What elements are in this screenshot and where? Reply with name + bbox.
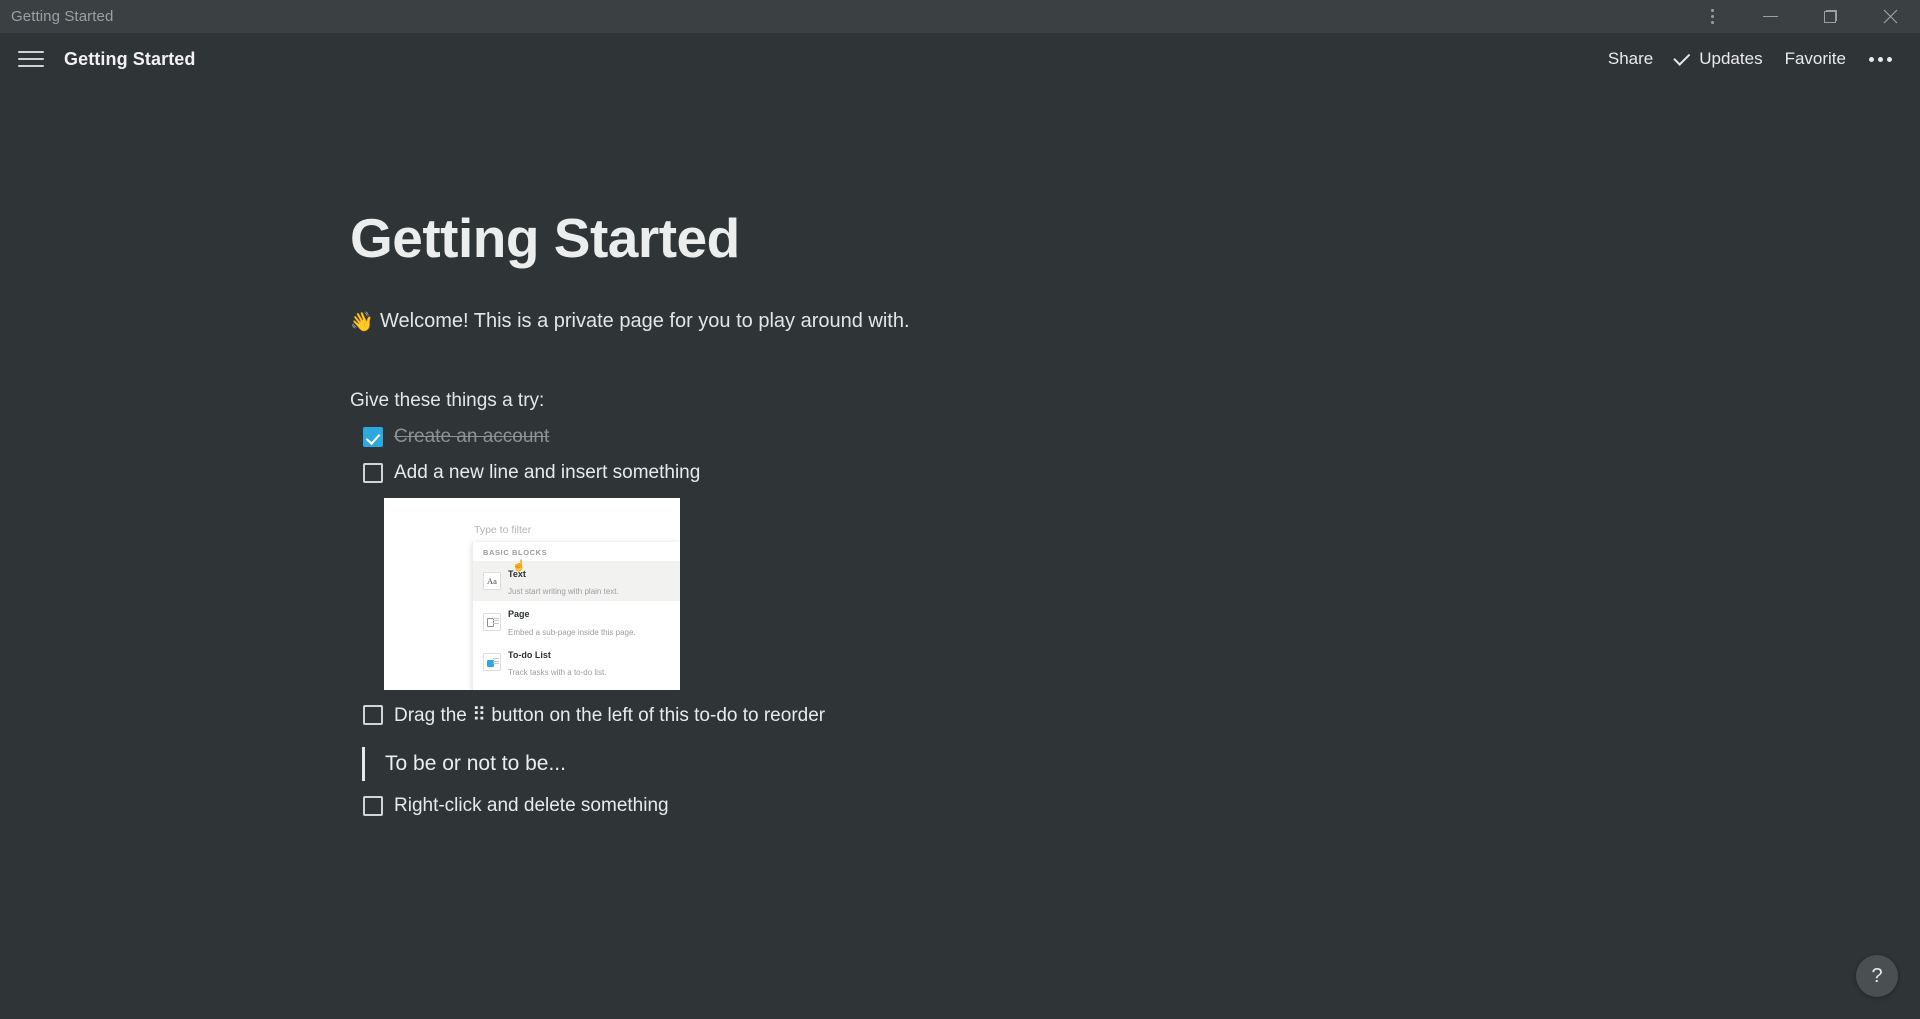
text-icon: Aa	[483, 572, 501, 591]
embed-item-desc: Track tasks with a to-do list.	[508, 668, 607, 678]
restore-icon	[1823, 10, 1837, 23]
embedded-image-block-picker[interactable]: Type to filter BASIC BLOCKS Aa Text Just…	[384, 497, 680, 690]
quote-bar	[362, 746, 365, 781]
todo-checkbox[interactable]	[363, 705, 383, 726]
window-menu-button[interactable]	[1684, 0, 1740, 33]
todo-checkbox[interactable]	[363, 426, 383, 447]
window-titlebar: Getting Started	[0, 0, 1920, 33]
todo-item[interactable]: Drag the ⠿ button on the left of this to…	[350, 704, 1920, 727]
embed-item-name: To-do List	[508, 649, 551, 660]
todo-item[interactable]: Add a new line and insert something	[350, 462, 1920, 484]
updates-button[interactable]: Updates	[1664, 43, 1773, 75]
embed-item-name: Text	[508, 568, 526, 579]
page-content: Getting Started 👋 Welcome! This is a pri…	[0, 85, 1920, 817]
welcome-text: Welcome! This is a private page for you …	[380, 310, 910, 333]
embed-menu-item-text[interactable]: Aa Text Just start writing with plain te…	[473, 560, 680, 602]
section-label[interactable]: Give these things a try:	[350, 390, 1920, 412]
todo-checkbox[interactable]	[363, 462, 383, 483]
page-icon	[483, 612, 501, 631]
todo-label: Drag the ⠿ button on the left of this to…	[394, 704, 826, 726]
more-options-icon[interactable]	[1857, 47, 1904, 72]
todo-checkbox[interactable]	[363, 795, 383, 816]
restore-button[interactable]	[1800, 0, 1860, 33]
favorite-button[interactable]: Favorite	[1774, 43, 1857, 75]
embed-menu-item-header[interactable]: H1 Header A large header with margin.	[473, 682, 680, 689]
app-toolbar: Getting Started Share Updates Favorite	[0, 33, 1920, 85]
close-icon	[1883, 9, 1897, 24]
quote-block[interactable]: To be or not to be...	[362, 746, 1920, 781]
updates-label: Updates	[1699, 49, 1763, 68]
todo-item[interactable]: Create an account	[350, 426, 1920, 448]
embed-category-label: BASIC BLOCKS	[483, 547, 548, 557]
embed-item-desc: Embed a sub-page inside this page.	[508, 627, 636, 637]
waving-hand-icon: 👋	[350, 311, 374, 333]
todo-label: Create an account	[394, 425, 550, 447]
check-icon	[1673, 48, 1691, 66]
embed-filter-placeholder: Type to filter	[474, 523, 532, 536]
minimize-icon	[1762, 16, 1778, 17]
window-controls	[1684, 0, 1920, 33]
todo-label: Add a new line and insert something	[394, 461, 701, 483]
page-title[interactable]: Getting Started	[350, 209, 1920, 268]
embed-item-desc: Just start writing with plain text.	[508, 587, 619, 597]
embed-menu-item-page[interactable]: Page Embed a sub-page inside this page.	[473, 601, 680, 642]
embed-menu: BASIC BLOCKS Aa Text Just start writing …	[472, 541, 680, 690]
todo-label: Right-click and delete something	[394, 794, 669, 816]
todo-list-icon	[483, 653, 501, 672]
breadcrumb[interactable]: Getting Started	[64, 49, 196, 70]
toolbar-actions: Share Updates Favorite	[1597, 43, 1904, 75]
close-button[interactable]	[1860, 0, 1920, 33]
todo-item[interactable]: Right-click and delete something	[350, 795, 1920, 817]
window-title: Getting Started	[11, 8, 114, 25]
embed-item-name: Page	[508, 609, 530, 620]
quote-text: To be or not to be...	[385, 751, 566, 775]
welcome-paragraph[interactable]: 👋 Welcome! This is a private page for yo…	[350, 310, 1920, 334]
share-button[interactable]: Share	[1597, 43, 1664, 75]
embed-menu-item-todo-list[interactable]: To-do List Track tasks with a to-do list…	[473, 642, 680, 683]
minimize-button[interactable]	[1740, 0, 1800, 33]
help-button[interactable]: ?	[1856, 955, 1898, 997]
kebab-menu-icon	[1710, 9, 1714, 24]
hamburger-icon[interactable]	[18, 47, 44, 71]
